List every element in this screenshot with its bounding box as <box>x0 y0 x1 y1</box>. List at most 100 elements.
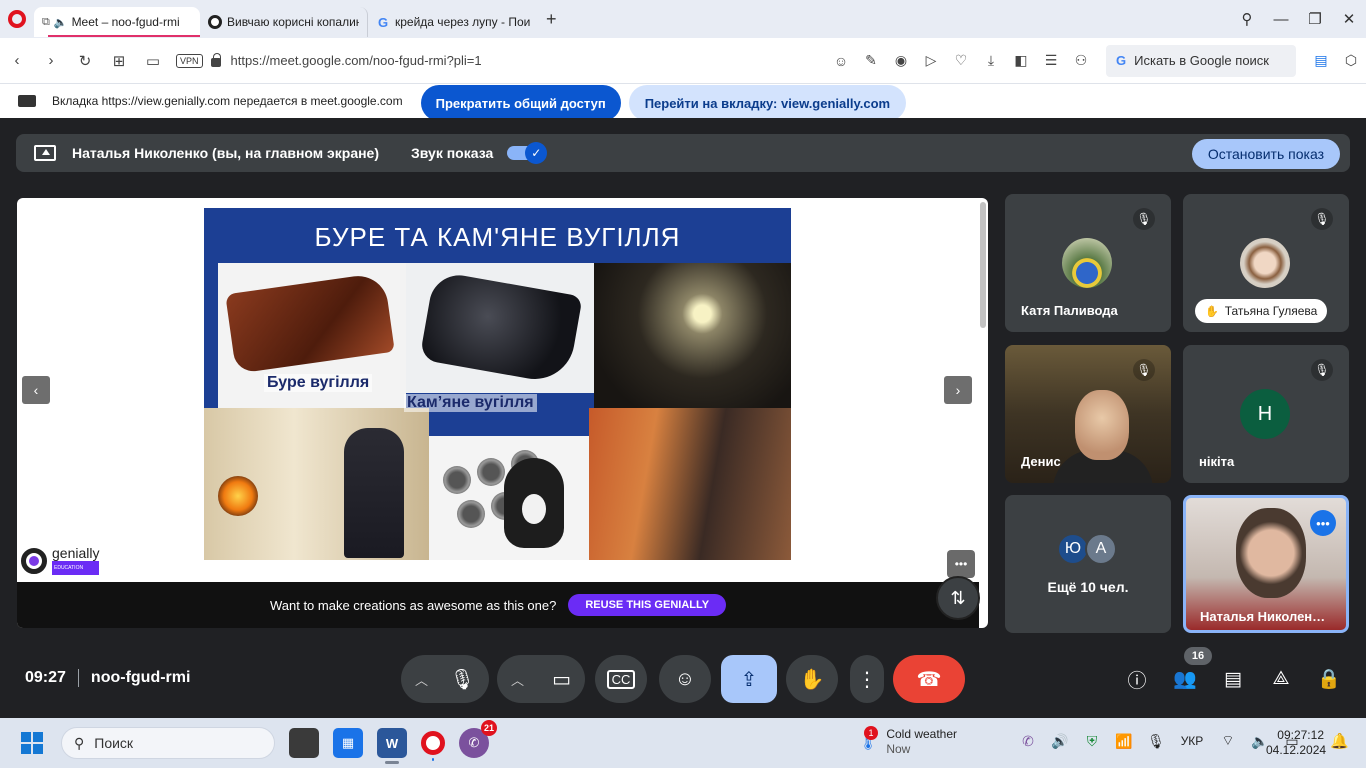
viber-tray-icon[interactable]: ✆ <box>1012 733 1044 750</box>
more-options-icon[interactable]: ••• <box>947 550 975 578</box>
windows-start-icon[interactable] <box>21 732 43 754</box>
mole-illustration <box>504 458 564 548</box>
edit-icon[interactable]: ✎ <box>856 52 886 69</box>
pip-icon[interactable]: ⧉ <box>42 16 50 29</box>
next-slide-button[interactable]: › <box>944 376 972 404</box>
extension-icon[interactable]: ▤ <box>1306 52 1336 69</box>
stop-sharing-button[interactable]: Прекратить общий доступ <box>420 85 621 121</box>
task-view-icon[interactable] <box>289 728 319 758</box>
leave-call-button[interactable]: ☎ <box>893 655 965 703</box>
back-icon[interactable]: ‹ <box>0 52 34 69</box>
captions-button[interactable]: CC <box>595 655 647 703</box>
send-icon[interactable]: ▷ <box>916 52 946 69</box>
more-options-icon[interactable]: ••• <box>1310 510 1336 536</box>
easy-setup-icon[interactable]: ☰ <box>1036 52 1066 69</box>
swap-view-icon[interactable]: ⇅ <box>936 576 980 620</box>
minimize-icon[interactable]: — <box>1264 11 1298 28</box>
people-button[interactable]: 👥 <box>1170 666 1200 692</box>
people-icon: 👥 <box>1173 669 1197 690</box>
tab-google-search[interactable]: G крейда через лупу - Пои <box>368 7 538 37</box>
self-tile[interactable]: ••• Наталья Николен… <box>1183 495 1349 633</box>
sidebar-icon[interactable]: ◧ <box>1006 52 1036 69</box>
mic-tray-icon[interactable]: 🎙 <box>1140 733 1172 750</box>
info-icon: ⓘ <box>1127 670 1147 692</box>
cube-icon[interactable]: ⬡ <box>1336 52 1366 69</box>
reuse-genially-button[interactable]: REUSE THIS GENIALLY <box>568 594 727 616</box>
new-tab-button[interactable]: + <box>546 9 557 30</box>
mic-icon[interactable]: 🎙 <box>450 667 475 692</box>
chevron-up-icon[interactable]: ︿ <box>511 670 524 689</box>
store-icon[interactable]: ▦ <box>333 728 363 758</box>
camera-icon[interactable]: ▭ <box>136 52 170 70</box>
participant-tile[interactable]: 🎙 Катя Паливода <box>1005 194 1171 332</box>
more-participants-label: Ещё 10 чел. <box>1047 579 1129 595</box>
wifi-tray-icon[interactable]: 📶 <box>1108 733 1140 750</box>
screen-share-icon <box>18 95 36 107</box>
participant-tile[interactable]: 🎙 Н нікіта <box>1183 345 1349 483</box>
emoji-button[interactable]: ☺ <box>659 655 711 703</box>
address-bar: ‹ › ↻ ⊞ ▭ VPN https://meet.google.com/no… <box>0 38 1366 84</box>
info-button[interactable]: ⓘ <box>1122 666 1152 692</box>
language-indicator[interactable]: УКР <box>1172 734 1212 748</box>
emoji-icon[interactable]: ☺ <box>826 53 856 69</box>
volume-tray-icon[interactable]: 🔊 <box>1044 733 1076 750</box>
search-placeholder: Искать в Google поиск <box>1134 53 1269 68</box>
weather-title: Cold weather <box>886 727 958 741</box>
profile-icon[interactable]: ⚇ <box>1066 52 1096 69</box>
participant-tile[interactable]: 🎙 Денис <box>1005 345 1171 483</box>
taskbar-search-input[interactable]: ⚲ Поиск <box>61 727 275 759</box>
camera-icon[interactable]: ▭ <box>552 667 571 692</box>
opera-icon[interactable] <box>421 731 445 761</box>
activities-button[interactable]: ⟁ <box>1266 666 1296 692</box>
search-icon: ⚲ <box>74 734 85 751</box>
speaker-icon[interactable]: 🔈 <box>54 16 68 29</box>
raised-hand-pill: ✋ Татьяна Гуляева <box>1195 299 1328 323</box>
vpn-badge[interactable]: VPN <box>176 53 203 68</box>
participant-name: Денис <box>1021 454 1061 469</box>
goto-tab-button[interactable]: Перейти на вкладку: view.genially.com <box>628 85 907 121</box>
forward-icon[interactable]: › <box>34 52 68 69</box>
wifi-icon[interactable]: ⌔ <box>1212 732 1244 750</box>
chat-button[interactable]: ▤ <box>1218 666 1248 692</box>
tab-meet[interactable]: ⧉ 🔈 Meet – noo-fgud-rmi <box>34 7 200 37</box>
search-input[interactable]: G Искать в Google поиск <box>1106 44 1296 77</box>
stop-presenting-button[interactable]: Остановить показ <box>1191 139 1340 169</box>
opera-logo-icon[interactable] <box>8 10 26 28</box>
weather-widget[interactable]: 🌡 1 Cold weather Now <box>858 726 958 757</box>
snapshot-icon[interactable]: ◉ <box>886 52 916 69</box>
close-icon[interactable]: ✕ <box>1332 10 1366 28</box>
taskbar-clock[interactable]: 09:27:12 04.12.2024 <box>1266 728 1326 758</box>
heart-icon[interactable]: ♡ <box>946 52 976 69</box>
avatar <box>1062 238 1112 288</box>
security-icon[interactable]: ⛨ <box>1076 733 1108 750</box>
scrollbar[interactable] <box>980 202 986 328</box>
search-tabs-icon[interactable]: ⚲ <box>1230 10 1264 28</box>
weather-sub: Now <box>886 742 911 756</box>
sound-label: Звук показа <box>411 145 494 161</box>
google-icon: G <box>377 14 389 30</box>
prev-slide-button[interactable]: ‹ <box>22 376 50 404</box>
reload-icon[interactable]: ↻ <box>68 52 102 70</box>
browser-tab-bar: ⧉ 🔈 Meet – noo-fgud-rmi Вивчаю корисні к… <box>0 0 1366 38</box>
speed-dial-icon[interactable]: ⊞ <box>102 52 136 70</box>
viber-icon[interactable]: ✆ 21 <box>459 720 497 758</box>
windows-taskbar: ⚲ Поиск ▦ W ✆ 21 🌡 1 Cold weather Now ✆ 🔊 … <box>0 718 1366 768</box>
chevron-up-icon[interactable]: ︿ <box>415 670 428 689</box>
present-button[interactable]: ⇪ <box>721 655 777 703</box>
video-feed <box>1236 508 1306 598</box>
lock-icon[interactable] <box>210 53 221 67</box>
participant-tile[interactable]: 🎙 ✋ Татьяна Гуляева <box>1183 194 1349 332</box>
tab-genially[interactable]: Вивчаю корисні копалин <box>200 7 368 37</box>
activities-icon: ⟁ <box>1272 668 1290 689</box>
download-icon[interactable]: ⤓ <box>976 52 1006 69</box>
present-icon: ⇪ <box>740 668 758 691</box>
raise-hand-button[interactable]: ✋ <box>786 655 838 703</box>
url-field[interactable]: https://meet.google.com/noo-fgud-rmi?pli… <box>231 53 826 68</box>
restore-icon[interactable]: ❐ <box>1298 10 1332 28</box>
host-controls-button[interactable]: 🔒 <box>1314 666 1344 692</box>
more-options-button[interactable]: ⋮ <box>850 655 884 703</box>
more-participants-tile[interactable]: Ю А Ещё 10 чел. <box>1005 495 1171 633</box>
sound-toggle[interactable]: ✓ <box>507 142 548 164</box>
word-icon[interactable]: W <box>377 728 407 764</box>
notification-bell-icon[interactable]: 🔔 <box>1330 732 1349 750</box>
